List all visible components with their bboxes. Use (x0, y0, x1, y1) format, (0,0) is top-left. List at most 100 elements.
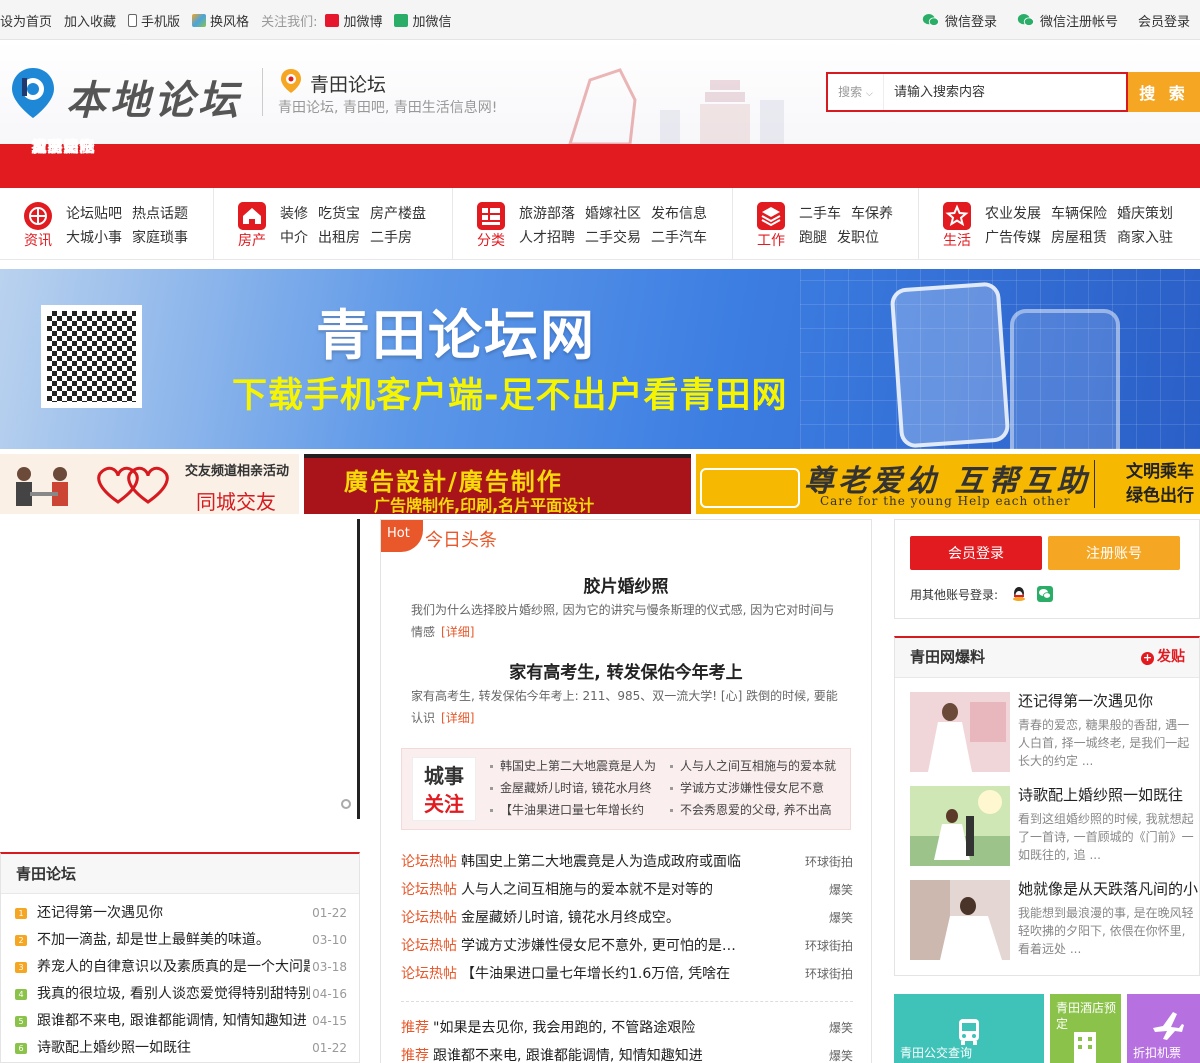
table-row[interactable]: 论坛热帖 金屋藏娇儿时谙, 镜花水月终成空。 爆笑 (401, 904, 853, 932)
list-item[interactable]: 诗歌配上婚纱照一如既往 看到这组婚纱照的时候, 我就想起了一首诗, 一首顾城的《… (910, 786, 1196, 868)
table-row[interactable]: 论坛热帖 学诚方丈涉嫌性侵女尼不意外, 更可怕的是… 环球街拍 (401, 932, 853, 960)
link-house-rental[interactable]: 房屋租赁 (1051, 230, 1107, 246)
link-wedding-community[interactable]: 婚嫁社区 (585, 206, 641, 222)
logo-icon[interactable] (10, 66, 56, 120)
switch-style-link[interactable]: 换风格 (192, 11, 249, 30)
link-used-cars[interactable]: 二手汽车 (651, 230, 707, 246)
search-type-select[interactable]: 搜索 ⌵ (828, 74, 884, 110)
link-wedding-planning[interactable]: 婚庆策划 (1117, 206, 1173, 222)
post-source[interactable]: 环球街拍 (796, 960, 853, 988)
city-focus-link[interactable]: 金屋藏娇儿时谙, 镜花水月终 (490, 779, 660, 796)
link-city-stories[interactable]: 大城小事 (66, 230, 122, 246)
news-more-link[interactable]: [详细] (441, 711, 474, 725)
wechat-login-link[interactable]: 微信登录 (922, 11, 997, 30)
switch-style-label: 换风格 (210, 14, 250, 30)
post-tag: 论坛热帖 (401, 854, 457, 870)
wechat-icon[interactable] (1037, 586, 1053, 602)
list-item[interactable]: 2 不加一滴盐, 却是世上最鲜美的味道。 03-10 (15, 927, 347, 954)
expose-title[interactable]: 青田网爆料 (910, 648, 985, 666)
table-row[interactable]: 论坛热帖 【牛油果进口量七年增长约1.6万倍, 凭啥在 环球街拍 (401, 960, 853, 988)
link-car-maintenance[interactable]: 车保养 (851, 206, 893, 222)
banner-title: 青田论坛网 (316, 304, 596, 367)
table-row[interactable]: 推荐 "如果是去见你, 我会用跑的, 不管路途艰险 爆笑 (401, 1014, 853, 1042)
post-source[interactable]: 环球街拍 (796, 932, 853, 960)
weibo-link[interactable]: 加微博 (325, 11, 382, 30)
qq-icon[interactable] (1011, 586, 1027, 602)
ad-dating[interactable]: 交友频道相亲活动 同城交友 (0, 454, 299, 514)
register-button[interactable]: 注册账号 (1048, 536, 1180, 570)
list-item[interactable]: 她就像是从天跌落凡间的小 我能想到最浪漫的事, 是在晚风轻轻吹拂的夕阳下, 依偎… (910, 880, 1198, 962)
city-focus-link[interactable]: 韩国史上第二大地震竟是人为 (490, 757, 660, 774)
weixin-link[interactable]: 加微信 (394, 11, 451, 30)
news-more-link[interactable]: [详细] (441, 625, 474, 639)
link-family-matters[interactable]: 家庭琐事 (132, 230, 188, 246)
link-hot-topics[interactable]: 热点话题 (132, 206, 188, 222)
flight-ticket-tile[interactable]: 折扣机票 (1127, 994, 1200, 1063)
news-title[interactable]: 胶片婚纱照 (381, 572, 871, 597)
banner-subtitle: 下载手机客户端-足不出户看青田网 (232, 376, 788, 416)
category-work-label[interactable]: 工作 (753, 230, 789, 250)
link-advertising[interactable]: 广告传媒 (985, 230, 1041, 246)
link-agency[interactable]: 中介 (280, 230, 308, 246)
link-forum-tieba[interactable]: 论坛贴吧 (66, 206, 122, 222)
member-login-link[interactable]: 会员登录 (1138, 11, 1190, 30)
link-agri-dev[interactable]: 农业发展 (985, 206, 1041, 222)
city-focus-link[interactable]: 学诚方丈涉嫌性侵女尼不意 (670, 779, 840, 796)
wechat-register-link[interactable]: 微信注册帐号 (1017, 11, 1118, 30)
list-item[interactable]: 1 还记得第一次遇见你 01-22 (15, 900, 347, 927)
app-download-banner[interactable]: 青田论坛网 下载手机客户端-足不出户看青田网 (0, 269, 1200, 449)
hotel-booking-tile[interactable]: 青田酒店预定 (1050, 994, 1121, 1063)
logo-text[interactable]: 本地论坛 (66, 68, 242, 126)
category-life-label[interactable]: 生活 (939, 230, 975, 250)
link-post-job[interactable]: 发职位 (837, 230, 879, 246)
link-used-car[interactable]: 二手车 (799, 206, 841, 222)
list-item[interactable]: 4 我真的很垃圾, 看别人谈恋爱觉得特别甜特别 04-16 (15, 981, 347, 1008)
post-source[interactable]: 爆笑 (820, 1014, 853, 1042)
link-rentals[interactable]: 出租房 (318, 230, 360, 246)
bus-query-tile[interactable]: 青田公交查询 (894, 994, 1044, 1063)
phone-illustration (889, 281, 1011, 449)
link-renovation[interactable]: 装修 (280, 206, 308, 222)
mobile-version-link[interactable]: 手机版 (128, 11, 180, 30)
link-second-hand-trade[interactable]: 二手交易 (585, 230, 641, 246)
link-second-hand-house[interactable]: 二手房 (370, 230, 412, 246)
other-login-label: 用其他账号登录: (910, 588, 999, 602)
link-post-info[interactable]: 发布信息 (651, 206, 707, 222)
news-title[interactable]: 家有高考生, 转发保佑今年考上 (381, 658, 871, 683)
link-car-insurance[interactable]: 车辆保险 (1051, 206, 1107, 222)
link-travel-tribe[interactable]: 旅游部落 (519, 206, 575, 222)
forum-list-title[interactable]: 青田论坛 (1, 854, 359, 894)
city-focus-link[interactable]: 人与人之间互相施与的爱本就 (670, 757, 840, 774)
ad-advertising-design[interactable]: 廣告設計/廣告制作 广告牌制作,印刷,名片平面设计 (304, 454, 691, 514)
post-source[interactable]: 爆笑 (820, 1042, 853, 1063)
table-row[interactable]: 论坛热帖 韩国史上第二大地震竟是人为造成政府或面临 环球街拍 (401, 848, 853, 876)
link-merchant-join[interactable]: 商家入驻 (1117, 230, 1173, 246)
list-item[interactable]: 6 诗歌配上婚纱照一如既往 01-22 (15, 1035, 347, 1062)
link-foodie[interactable]: 吃货宝 (318, 206, 360, 222)
category-news-label[interactable]: 资讯 (20, 230, 56, 250)
ad-civility[interactable]: 尊老爱幼 互帮互助 Care for the young Help each o… (696, 454, 1200, 514)
search-input[interactable] (894, 74, 1120, 110)
category-property-label[interactable]: 房产 (234, 230, 270, 250)
city-focus-link[interactable]: 【牛油果进口量七年增长约 (490, 801, 660, 818)
list-item[interactable]: 3 养宠人的自律意识以及素质真的是一个大问题 03-18 (15, 954, 347, 981)
post-source[interactable]: 环球街拍 (796, 848, 853, 876)
search-button[interactable]: 搜 索 (1128, 72, 1200, 112)
image-slider[interactable] (0, 519, 360, 819)
post-source[interactable]: 爆笑 (820, 904, 853, 932)
link-errands[interactable]: 跑腿 (799, 230, 827, 246)
list-item[interactable]: 还记得第一次遇见你 青春的爱恋, 糖果般的香甜, 遇一人白首, 择一城终老, 是… (910, 692, 1196, 774)
list-item[interactable]: 5 跟谁都不来电, 跟谁都能调情, 知情知趣知进 04-15 (15, 1008, 347, 1035)
slider-dot[interactable] (341, 799, 351, 809)
category-classified-label[interactable]: 分类 (473, 230, 509, 250)
member-login-button[interactable]: 会员登录 (910, 536, 1042, 570)
table-row[interactable]: 论坛热帖 人与人之间互相施与的爱本就不是对等的 爆笑 (401, 876, 853, 904)
link-recruitment[interactable]: 人才招聘 (519, 230, 575, 246)
post-button[interactable]: + 发贴 (1141, 638, 1185, 676)
table-row[interactable]: 推荐 跟谁都不来电, 跟谁都能调情, 知情知趣知进 爆笑 (401, 1042, 853, 1063)
post-source[interactable]: 爆笑 (820, 876, 853, 904)
link-real-estate[interactable]: 房产楼盘 (370, 206, 426, 222)
city-focus-link[interactable]: 不会秀恩爱的父母, 养不出高 (670, 801, 840, 818)
add-favorite-link[interactable]: 加入收藏 (64, 11, 116, 30)
set-homepage-link[interactable]: 设为首页 (0, 11, 52, 30)
